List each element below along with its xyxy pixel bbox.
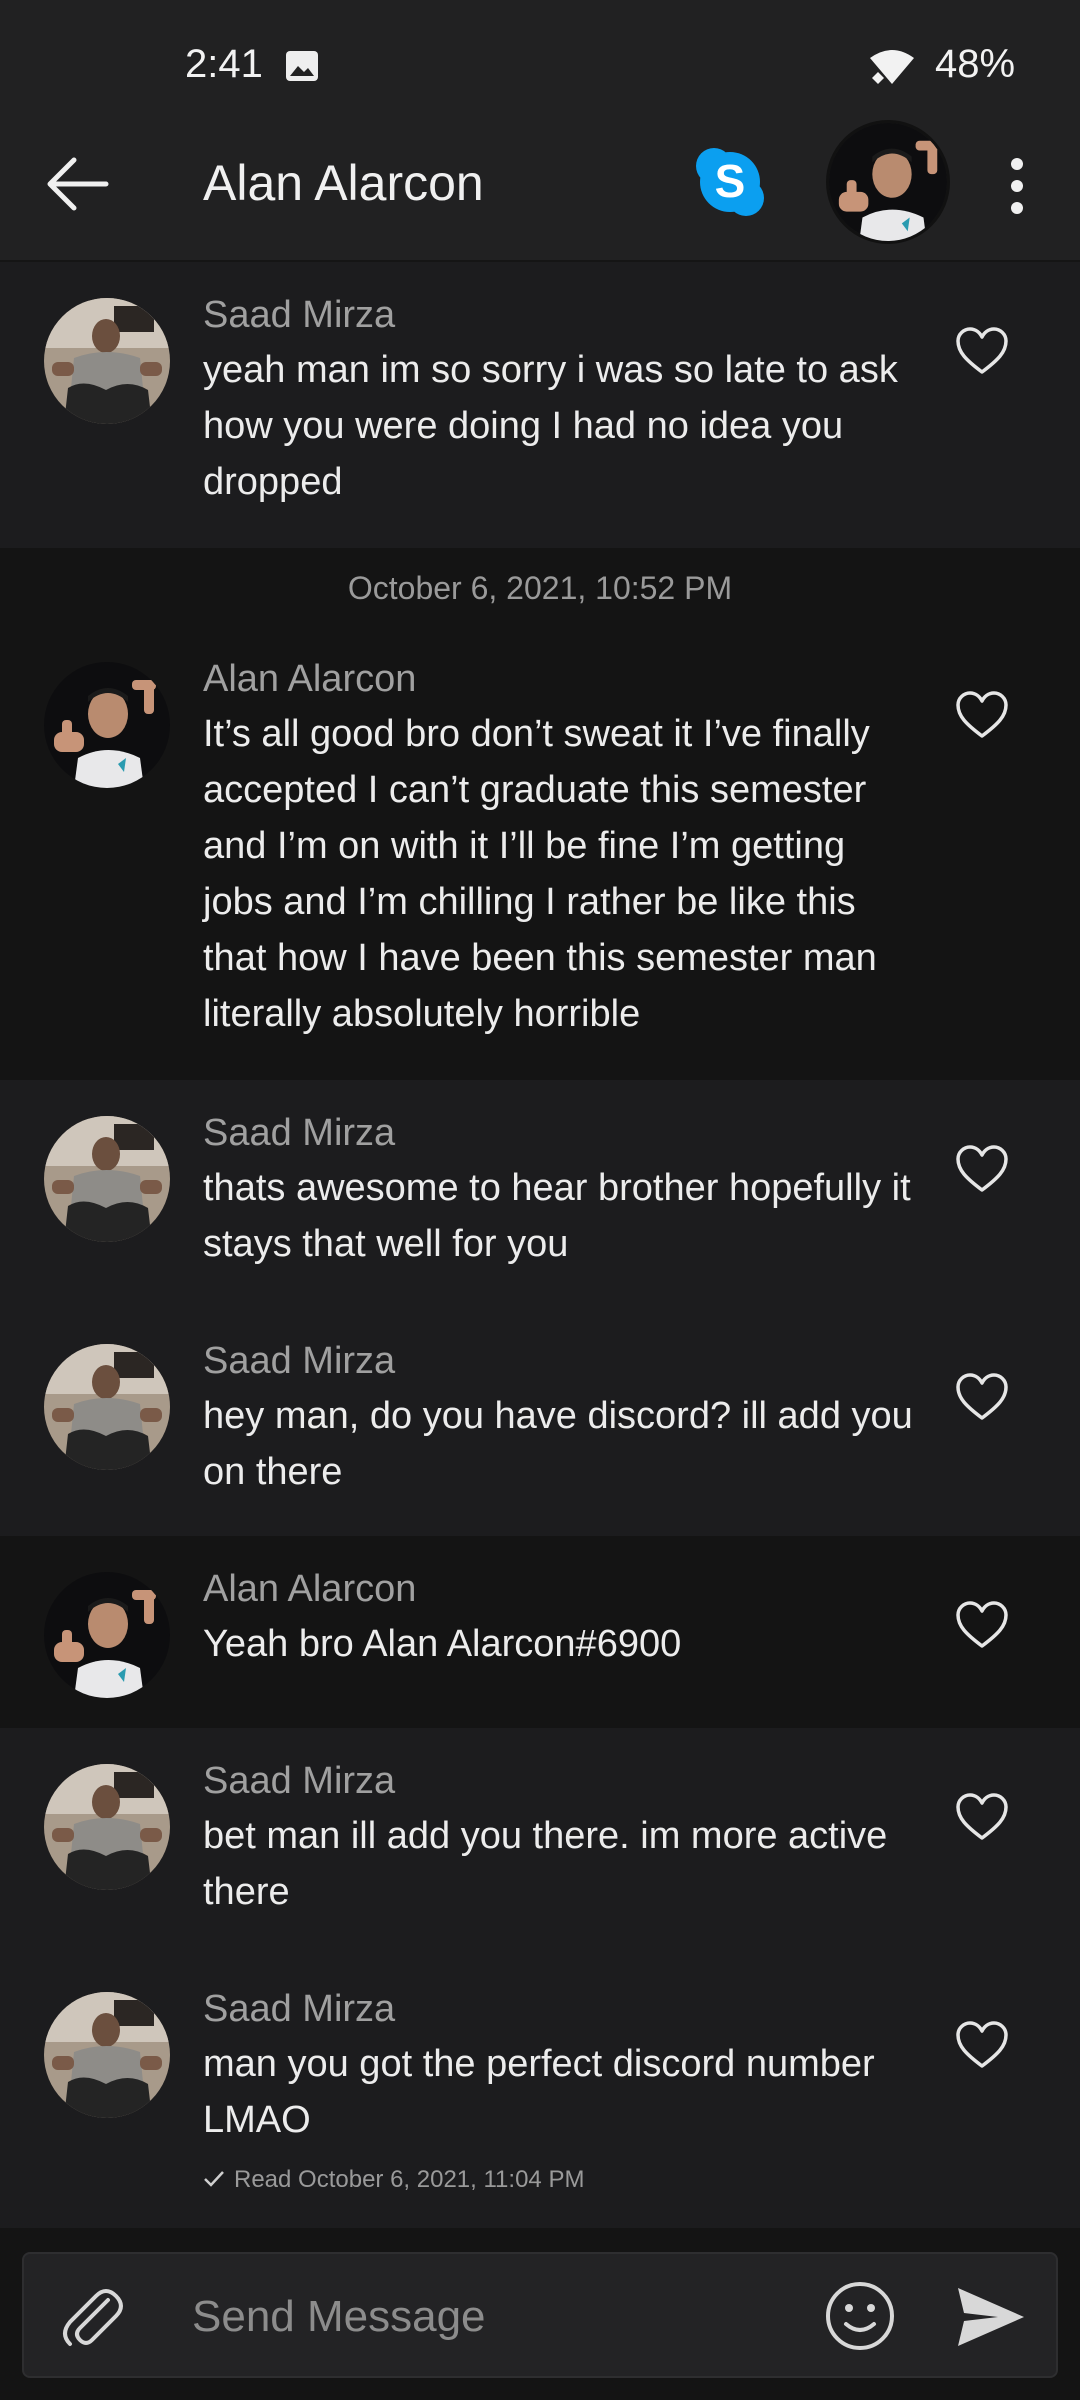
message-text: man you got the perfect discord number L… — [203, 2043, 875, 2141]
status-time: 2:41 — [185, 42, 263, 86]
checkmark-icon — [204, 2171, 224, 2187]
message-input[interactable] — [192, 2282, 792, 2352]
emoji-icon[interactable] — [824, 2280, 896, 2352]
message-sender: Alan Alarcon — [203, 658, 417, 700]
conversation-header: Alan Alarcon S — [0, 120, 1080, 262]
avatar[interactable] — [44, 1992, 170, 2118]
heart-icon[interactable] — [954, 2020, 1010, 2070]
more-vert-icon[interactable] — [1000, 154, 1034, 218]
avatar[interactable] — [44, 298, 170, 424]
message-sender: Saad Mirza — [203, 1112, 396, 1154]
avatar[interactable] — [44, 1572, 170, 1698]
send-icon[interactable] — [954, 2282, 1028, 2352]
message-text: thats awesome to hear brother hopefully … — [203, 1167, 911, 1265]
heart-icon[interactable] — [954, 1792, 1010, 1842]
paperclip-icon[interactable] — [56, 2280, 126, 2354]
message-sender: Saad Mirza — [203, 1988, 396, 2030]
message-sender: Saad Mirza — [203, 1340, 396, 1382]
message-item[interactable]: Alan Alarcon Yeah bro Alan Alarcon#6900 — [0, 1536, 1080, 1728]
contact-avatar[interactable] — [826, 120, 950, 244]
message-text: bet man ill add you there. im more activ… — [203, 1815, 888, 1913]
message-sender: Saad Mirza — [203, 1760, 396, 1802]
heart-icon[interactable] — [954, 1372, 1010, 1422]
message-text: Yeah bro Alan Alarcon#6900 — [203, 1623, 682, 1665]
message-item[interactable]: Saad Mirza hey man, do you have discord?… — [0, 1308, 1080, 1536]
image-icon — [286, 51, 318, 81]
message-text: yeah man im so sorry i was so late to as… — [203, 349, 898, 503]
avatar[interactable] — [44, 1116, 170, 1242]
status-bar: 2:41 48% — [0, 0, 1080, 130]
heart-icon[interactable] — [954, 1600, 1010, 1650]
skype-icon[interactable]: S — [690, 142, 770, 222]
message-sender: Saad Mirza — [203, 294, 396, 336]
wifi-icon — [870, 50, 914, 84]
message-sender: Alan Alarcon — [203, 1568, 417, 1610]
message-item[interactable]: Saad Mirza yeah man im so sorry i was so… — [0, 262, 1080, 548]
conversation-title: Alan Alarcon — [203, 155, 484, 211]
svg-text:S: S — [715, 155, 746, 207]
message-timestamp: October 6, 2021, 10:52 PM — [347, 570, 733, 606]
message-composer — [22, 2252, 1058, 2378]
message-item[interactable]: Saad Mirza thats awesome to hear brother… — [0, 1080, 1080, 1308]
message-item[interactable]: October 6, 2021, 10:52 PM Alan Alarcon I… — [0, 548, 1080, 1080]
avatar[interactable] — [44, 1764, 170, 1890]
heart-icon[interactable] — [954, 690, 1010, 740]
message-item[interactable]: Saad Mirza bet man ill add you there. im… — [0, 1728, 1080, 1956]
message-text: hey man, do you have discord? ill add yo… — [203, 1395, 913, 1493]
heart-icon[interactable] — [954, 1144, 1010, 1194]
battery-percent: 48% — [935, 42, 1016, 86]
avatar[interactable] — [44, 1344, 170, 1470]
back-arrow-icon[interactable] — [40, 144, 120, 224]
heart-icon[interactable] — [954, 326, 1010, 376]
message-item[interactable]: Saad Mirza man you got the perfect disco… — [0, 1956, 1080, 2228]
avatar[interactable] — [44, 662, 170, 788]
message-text: It’s all good bro don’t sweat it I’ve fi… — [203, 713, 877, 1035]
read-receipt: Read October 6, 2021, 11:04 PM — [234, 2166, 585, 2193]
